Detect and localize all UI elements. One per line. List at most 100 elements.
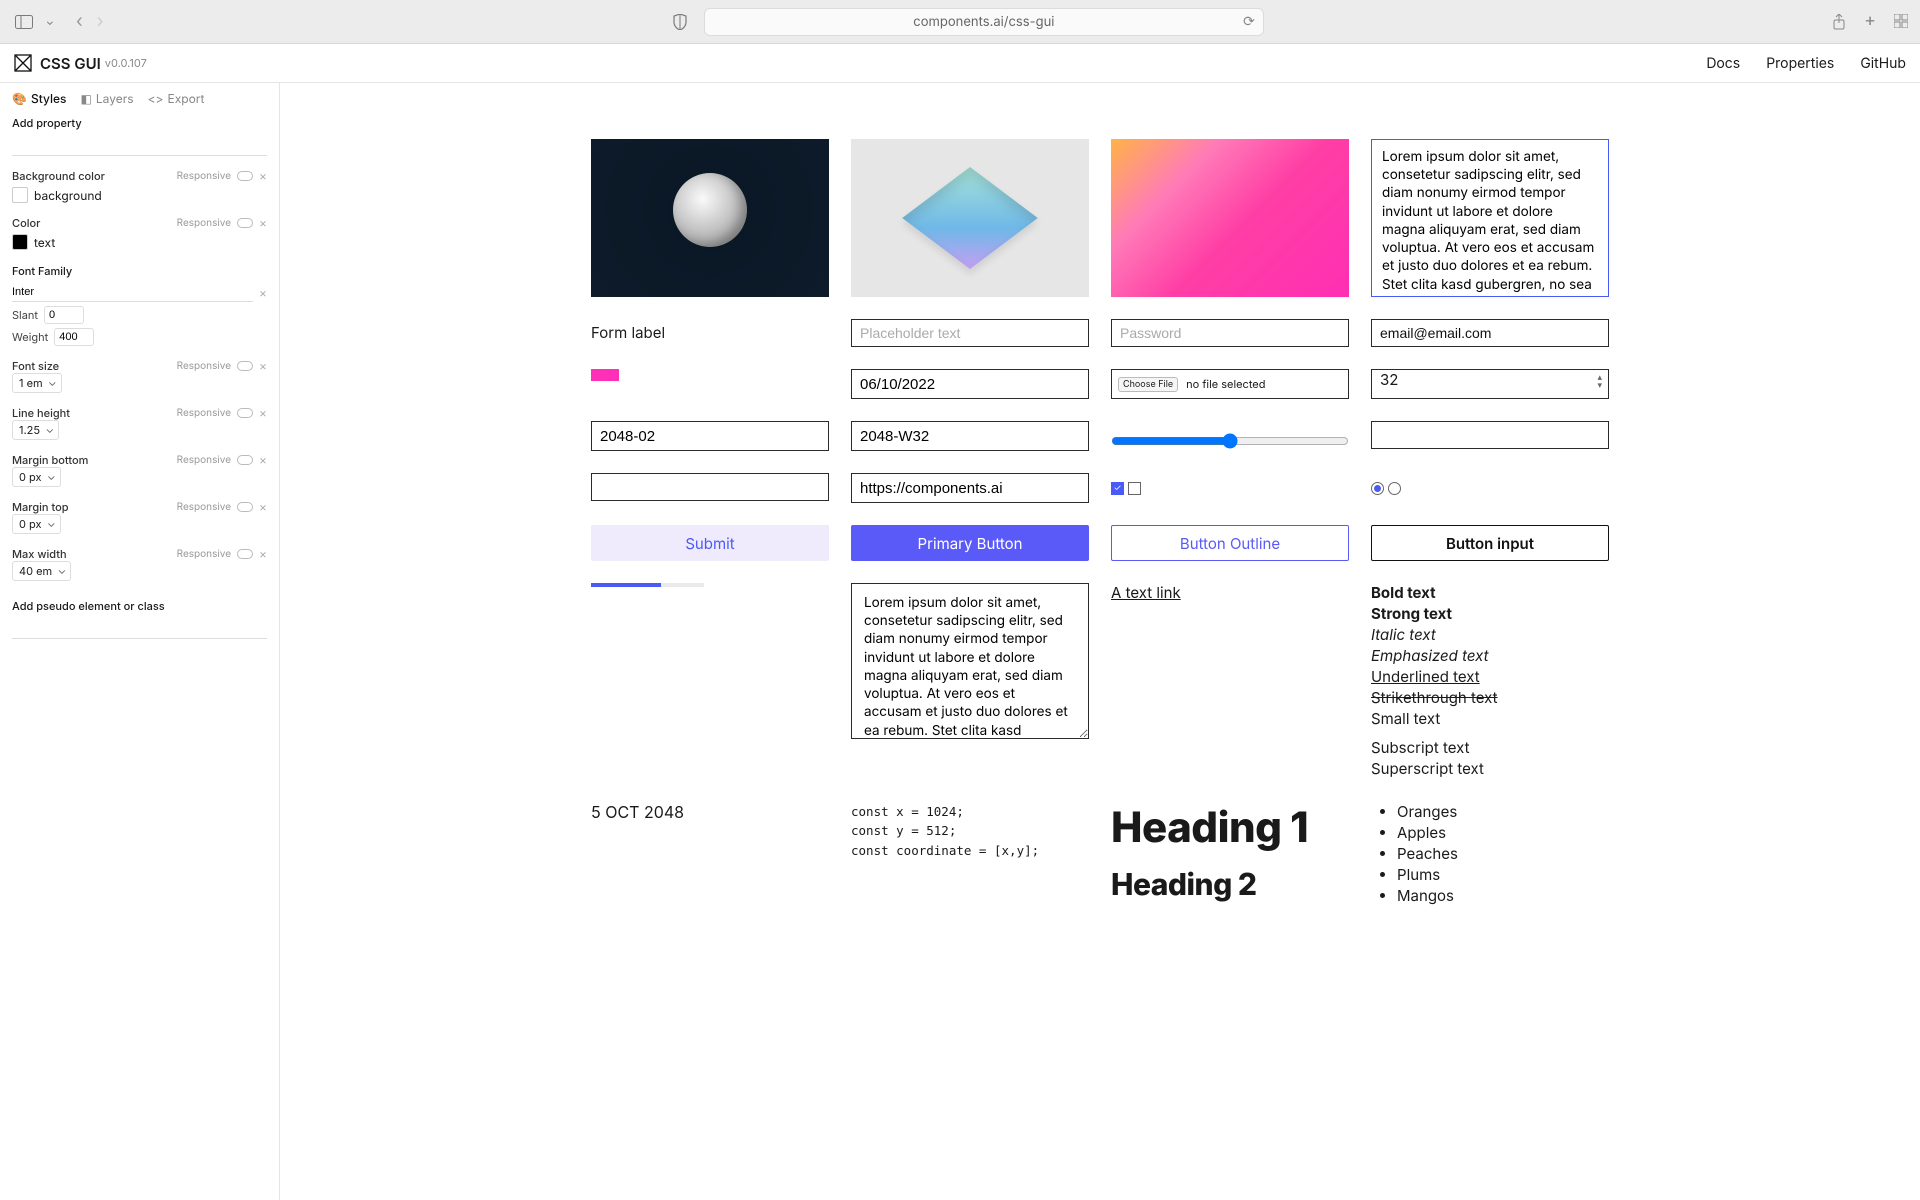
checkbox-group: ✓ <box>1111 473 1349 503</box>
primary-button[interactable]: Primary Button <box>851 525 1089 561</box>
add-pseudo-input[interactable] <box>12 617 267 639</box>
nav-properties[interactable]: Properties <box>1766 55 1834 72</box>
nav-docs[interactable]: Docs <box>1706 55 1740 72</box>
number-input[interactable]: 32▴▾ <box>1371 369 1609 399</box>
url-input[interactable] <box>851 473 1089 503</box>
text-styles: Bold text Strong text Italic text Emphas… <box>1371 583 1609 780</box>
date-input[interactable] <box>851 369 1089 399</box>
checkbox-checked[interactable]: ✓ <box>1111 482 1124 495</box>
chrome-right: + <box>1832 14 1908 30</box>
back-icon[interactable]: ‹ <box>76 11 83 32</box>
radio-unselected[interactable] <box>1388 482 1401 495</box>
prop-line-height: Line height Responsive× <box>12 405 267 420</box>
responsive-toggle[interactable] <box>237 218 253 228</box>
spinner-icon[interactable]: ▴▾ <box>1597 374 1602 390</box>
submit-button[interactable]: Submit <box>591 525 829 561</box>
new-tab-icon[interactable]: + <box>1864 14 1876 30</box>
remove-icon[interactable]: × <box>259 546 267 561</box>
font-family-label: Font Family <box>12 264 267 278</box>
nav-arrows: ‹ › <box>76 11 104 32</box>
remove-icon[interactable]: × <box>259 499 267 514</box>
nav-github[interactable]: GitHub <box>1860 55 1906 72</box>
responsive-toggle[interactable] <box>237 408 253 418</box>
refresh-icon[interactable]: ⟳ <box>1243 13 1255 30</box>
month-input[interactable] <box>591 421 829 451</box>
line-height-select[interactable]: 1.25 <box>12 420 59 440</box>
radio-group <box>1371 473 1609 503</box>
range-input[interactable] <box>1111 431 1349 451</box>
max-width-select[interactable]: 40 em <box>12 561 71 581</box>
color-input[interactable] <box>591 369 619 381</box>
list-item: Peaches <box>1397 844 1609 863</box>
remove-icon[interactable]: × <box>259 285 267 300</box>
strong-text: Strong text <box>1371 604 1609 623</box>
textarea-selected[interactable]: Lorem ipsum dolor sit amet, consetetur s… <box>1371 139 1609 297</box>
sidebar-toggle-icon[interactable] <box>12 13 36 31</box>
weight-input[interactable] <box>54 328 94 346</box>
add-property-input[interactable] <box>12 134 267 156</box>
outline-button[interactable]: Button Outline <box>1111 525 1349 561</box>
browser-chrome: ⌄ ‹ › components.ai/css-gui ⟳ + <box>0 0 1920 44</box>
textarea[interactable]: Lorem ipsum dolor sit amet, consetetur s… <box>851 583 1089 739</box>
progress-bar[interactable] <box>591 583 704 587</box>
margin-top-select[interactable]: 0 px <box>12 514 61 534</box>
responsive-toggle[interactable] <box>237 502 253 512</box>
slant-label: Slant <box>12 308 38 322</box>
responsive-toggle[interactable] <box>237 455 253 465</box>
tab-grid-icon[interactable] <box>1894 14 1908 30</box>
image-moon[interactable] <box>591 139 829 297</box>
palette-icon: 🎨 <box>12 91 27 106</box>
sup-text: Superscript text <box>1371 759 1609 778</box>
prop-color: Color Responsive× <box>12 215 267 230</box>
remove-icon[interactable]: × <box>259 405 267 420</box>
color-value[interactable]: text <box>12 234 267 250</box>
bg-color-value[interactable]: background <box>12 187 267 203</box>
responsive-toggle[interactable] <box>237 361 253 371</box>
chevron-down-icon[interactable]: ⌄ <box>46 16 54 28</box>
em-text: Emphasized text <box>1371 646 1609 665</box>
checkbox-unchecked[interactable] <box>1128 482 1141 495</box>
search-input[interactable] <box>1371 421 1609 449</box>
button-input[interactable]: Button input <box>1371 525 1609 561</box>
app-version: v0.0.107 <box>105 56 147 70</box>
shield-icon[interactable] <box>672 14 688 30</box>
sidebar-tabs: 🎨Styles ◧Layers <>Export <box>12 91 267 106</box>
remove-icon[interactable]: × <box>259 358 267 373</box>
url-bar[interactable]: components.ai/css-gui ⟳ <box>704 8 1264 36</box>
prop-margin-top: Margin top Responsive× <box>12 499 267 514</box>
remove-icon[interactable]: × <box>259 215 267 230</box>
bg-swatch <box>12 187 28 203</box>
font-family-input[interactable] <box>12 282 253 302</box>
prop-font-size: Font size Responsive× <box>12 358 267 373</box>
text-link[interactable]: A text link <box>1111 583 1349 780</box>
responsive-toggle[interactable] <box>237 171 253 181</box>
text-input-placeholder[interactable] <box>851 319 1089 347</box>
password-input[interactable] <box>1111 319 1349 347</box>
share-icon[interactable] <box>1832 14 1846 30</box>
image-cube[interactable] <box>851 139 1089 297</box>
app-logo-icon[interactable] <box>14 54 32 72</box>
tab-styles[interactable]: 🎨Styles <box>12 91 67 106</box>
slant-input[interactable] <box>44 306 84 324</box>
small-text: Small text <box>1371 709 1609 728</box>
image-gradient[interactable] <box>1111 139 1349 297</box>
margin-bottom-select[interactable]: 0 px <box>12 467 61 487</box>
color-swatch <box>12 234 28 250</box>
canvas: Lorem ipsum dolor sit amet, consetetur s… <box>280 83 1920 1200</box>
radio-selected[interactable] <box>1371 482 1384 495</box>
font-size-select[interactable]: 1 em <box>12 373 62 393</box>
url-text: components.ai/css-gui <box>913 14 1054 30</box>
remove-icon[interactable]: × <box>259 168 267 183</box>
file-choose-button[interactable]: Choose File <box>1118 377 1178 392</box>
headings: Heading 1 Heading 2 <box>1111 802 1349 907</box>
layers-icon: ◧ <box>81 91 92 106</box>
tab-layers[interactable]: ◧Layers <box>81 91 134 106</box>
tab-export[interactable]: <>Export <box>148 91 205 106</box>
file-input[interactable]: Choose Fileno file selected <box>1111 369 1349 399</box>
week-input[interactable] <box>851 421 1089 451</box>
tel-input[interactable] <box>591 473 829 501</box>
responsive-toggle[interactable] <box>237 549 253 559</box>
email-input[interactable] <box>1371 319 1609 347</box>
remove-icon[interactable]: × <box>259 452 267 467</box>
forward-icon[interactable]: › <box>97 11 104 32</box>
